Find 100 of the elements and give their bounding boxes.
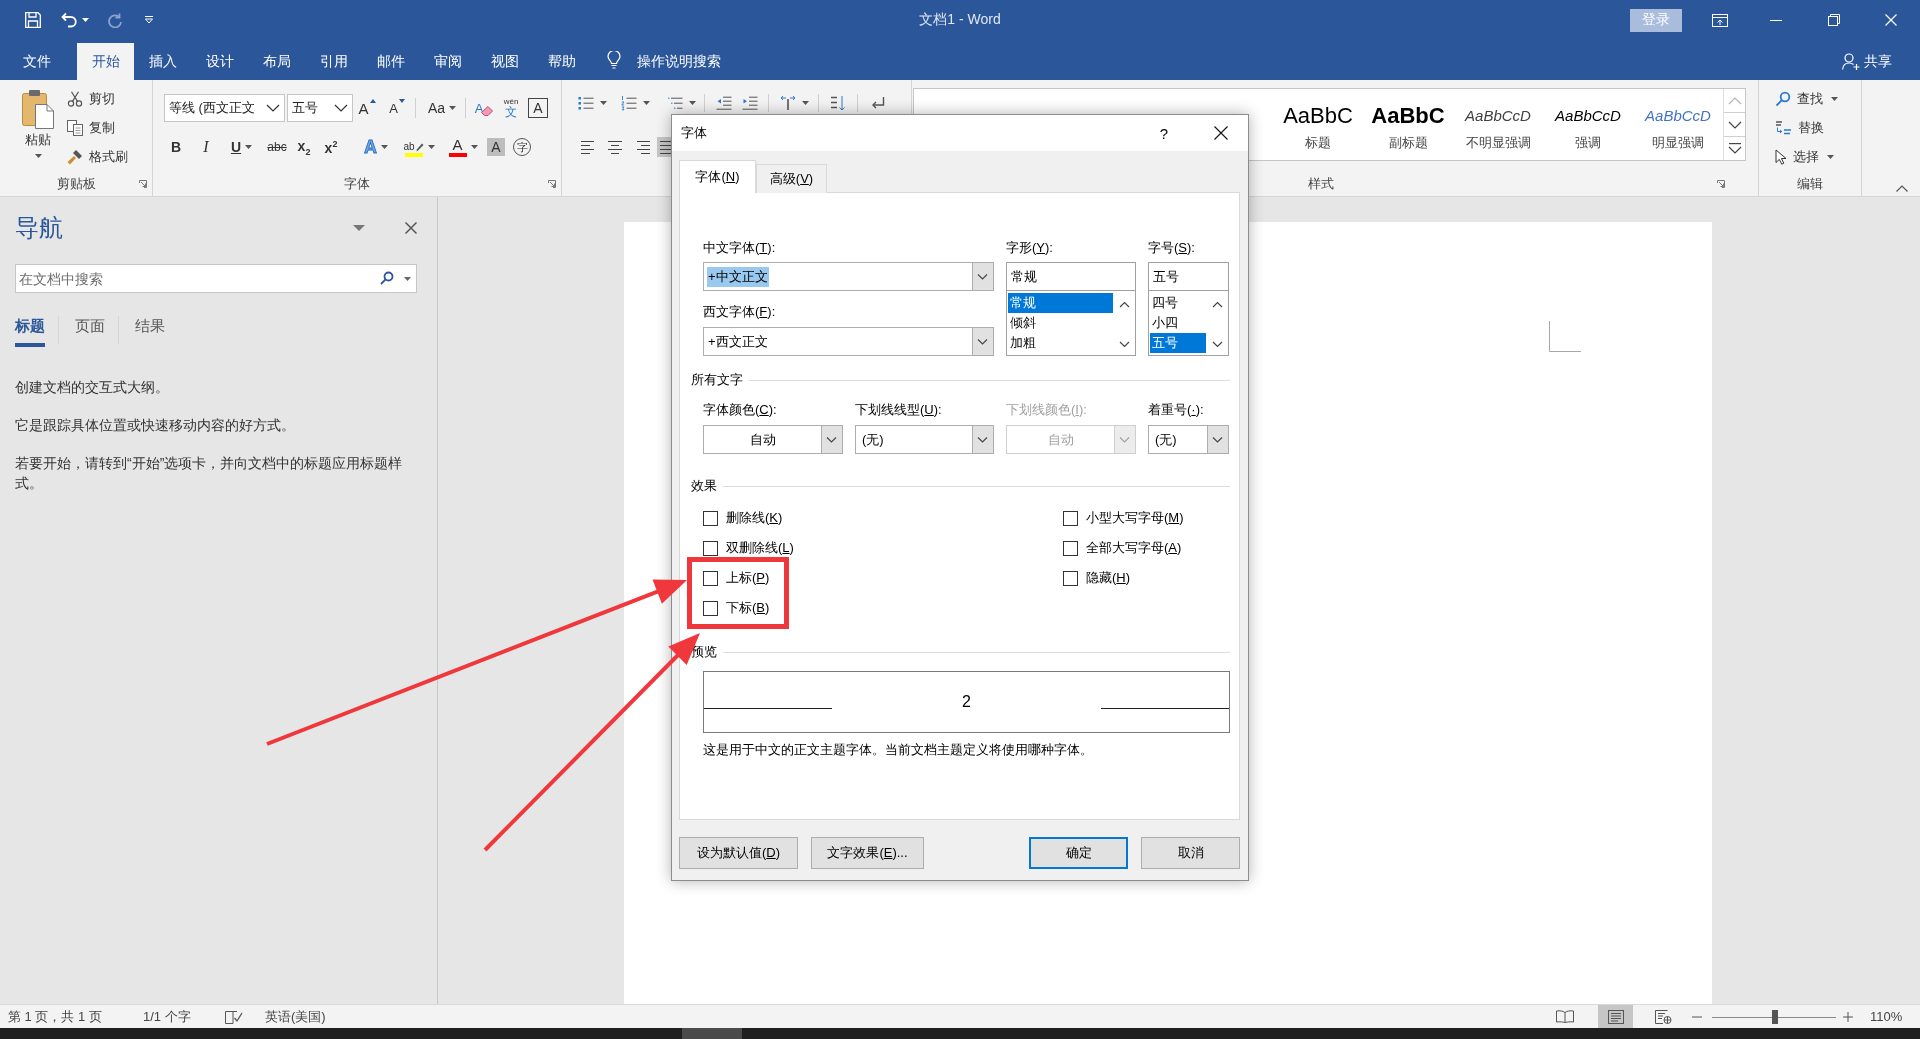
cut-button[interactable]: 剪切 xyxy=(67,84,128,113)
checkbox[interactable] xyxy=(703,600,718,616)
clear-formatting-button[interactable]: A xyxy=(472,97,496,119)
ribbon-tab[interactable]: 插入 xyxy=(134,43,191,80)
dialog-button[interactable]: 确定 xyxy=(1029,837,1128,869)
italic-button[interactable]: I xyxy=(196,136,216,158)
checkbox[interactable] xyxy=(1063,540,1078,556)
ribbon-tab[interactable]: 布局 xyxy=(248,43,305,80)
dialog-button[interactable]: 设为默认值(D) xyxy=(679,837,798,869)
ribbon-tab[interactable]: 设计 xyxy=(191,43,248,80)
caret-icon[interactable] xyxy=(34,154,42,158)
zoom-level[interactable]: 110% xyxy=(1870,1009,1908,1024)
grow-font-button[interactable]: A xyxy=(356,97,378,119)
customize-menu-icon[interactable] xyxy=(144,16,154,24)
checkbox-label[interactable]: 隐藏(H) xyxy=(1086,569,1131,587)
dialog-button[interactable]: 取消 xyxy=(1141,837,1240,869)
list-option[interactable]: 常规 xyxy=(1008,293,1113,313)
page-count[interactable]: 第 1 页，共 1 页 xyxy=(8,1007,143,1026)
list-option[interactable]: 五号 xyxy=(1150,333,1206,353)
color-picker-dropdown[interactable]: 自动 xyxy=(703,425,843,454)
dialog-button[interactable]: 文字效果(E)... xyxy=(811,837,924,869)
copy-button[interactable]: 复制 xyxy=(67,113,128,142)
format-painter-button[interactable]: 格式刷 xyxy=(67,142,128,171)
caret-icon[interactable] xyxy=(689,101,696,105)
language-indicator[interactable]: 英语(美国) xyxy=(265,1007,326,1026)
return-arrow-icon[interactable] xyxy=(870,95,886,111)
zoom-in-icon[interactable] xyxy=(1843,1011,1853,1022)
shrink-font-button[interactable]: A xyxy=(386,97,408,119)
scroll-down-icon[interactable] xyxy=(1119,341,1130,348)
checkbox-label[interactable]: 删除线(K) xyxy=(726,509,783,527)
search-field[interactable]: 在文档中搜索 xyxy=(15,264,417,293)
checkbox-label[interactable]: 下标(B) xyxy=(726,599,770,617)
style-item[interactable]: AaBbC 副标题 xyxy=(1363,89,1453,160)
multilevel-list-icon[interactable] xyxy=(667,95,683,111)
expand-gallery-icon[interactable] xyxy=(1727,143,1742,154)
subscript-button[interactable]: x$_{2}$ xyxy=(294,136,314,158)
save-icon[interactable] xyxy=(25,12,41,28)
scroll-up-icon[interactable] xyxy=(1212,301,1223,308)
character-border-button[interactable]: A xyxy=(528,98,548,118)
ribbon-tab[interactable]: 视图 xyxy=(476,43,533,80)
resize-arrows-icon[interactable] xyxy=(780,95,796,111)
dialog-tab[interactable]: 高级(V) xyxy=(756,164,827,193)
text-field[interactable]: 五号 xyxy=(1148,262,1229,291)
list-option[interactable]: 倾斜 xyxy=(1008,313,1113,333)
caret-icon[interactable] xyxy=(600,101,607,105)
word-count[interactable]: 1/1 个字 xyxy=(143,1007,225,1026)
checkbox-label[interactable]: 上标(P) xyxy=(726,569,770,587)
dialog-launcher-icon[interactable] xyxy=(548,180,556,188)
checkbox-label[interactable]: 全部大写字母(A) xyxy=(1086,539,1182,557)
style-item[interactable]: AaBbCcD 不明显强调 xyxy=(1453,89,1543,160)
slider-thumb[interactable] xyxy=(1772,1009,1779,1024)
increase-indent-icon[interactable] xyxy=(742,95,758,111)
style-item[interactable]: AaBbCcD 明显强调 xyxy=(1633,89,1723,160)
ribbon-tab[interactable]: 文件 xyxy=(8,43,65,80)
undo-icon[interactable] xyxy=(61,12,77,28)
superscript-button[interactable]: x$^{2}$ xyxy=(321,136,341,158)
caret-icon[interactable] xyxy=(802,101,809,105)
ribbon-tab[interactable]: 开始 xyxy=(77,43,134,80)
caret-icon[interactable] xyxy=(643,101,650,105)
scroll-down-icon[interactable] xyxy=(1727,120,1742,129)
strikethrough-button[interactable]: abc xyxy=(266,136,288,158)
dropdown-field[interactable]: +西文正文 xyxy=(703,327,994,356)
caret-icon[interactable] xyxy=(404,277,411,281)
ribbon-tab[interactable]: 引用 xyxy=(305,43,362,80)
pane-tab[interactable]: 结果 xyxy=(135,312,165,347)
underline-button[interactable]: U xyxy=(223,136,260,158)
dropdown-field[interactable]: +中文正文 xyxy=(703,262,994,291)
highlight-button[interactable]: ab xyxy=(400,136,438,158)
bullet-list-icon[interactable] xyxy=(578,95,594,111)
change-case-button[interactable]: Aa xyxy=(423,97,461,119)
select-button[interactable]: 选择 xyxy=(1775,142,1861,171)
share-button[interactable]: 共享 xyxy=(1842,43,1892,80)
search-icon[interactable] xyxy=(380,271,394,285)
checkbox[interactable] xyxy=(703,570,718,586)
pane-tab[interactable]: 页面 xyxy=(75,312,105,347)
zoom-slider[interactable] xyxy=(1712,1009,1836,1024)
find-button[interactable]: 查找 xyxy=(1775,84,1861,113)
checkbox[interactable] xyxy=(703,510,718,526)
dropdown-field[interactable]: (无) xyxy=(1148,425,1229,454)
caret-icon[interactable] xyxy=(82,18,89,22)
checkbox-label[interactable]: 双删除线(L) xyxy=(726,539,794,557)
bold-button[interactable]: B xyxy=(166,136,186,158)
help-button[interactable]: ? xyxy=(1154,124,1174,142)
dialog-launcher-icon[interactable] xyxy=(1717,180,1725,188)
proofing-icon[interactable] xyxy=(225,1009,243,1024)
checkbox[interactable] xyxy=(1063,510,1078,526)
dropdown-field[interactable]: (无) xyxy=(855,425,994,454)
close-icon[interactable] xyxy=(1214,126,1228,140)
pane-tab[interactable]: 标题 xyxy=(15,312,45,347)
checkbox[interactable] xyxy=(703,540,718,556)
chevron-down-icon[interactable] xyxy=(334,104,348,112)
ribbon-tab[interactable]: 帮助 xyxy=(533,43,590,80)
list-option[interactable]: 四号 xyxy=(1150,293,1206,313)
paste-button[interactable]: 粘贴 xyxy=(14,84,62,174)
view-button[interactable] xyxy=(1598,1005,1633,1028)
scroll-up-icon[interactable] xyxy=(1119,301,1130,308)
font-color-button[interactable]: A xyxy=(444,136,482,158)
ribbon-tab[interactable]: 邮件 xyxy=(362,43,419,80)
checkbox[interactable] xyxy=(1063,570,1078,586)
style-item[interactable]: AaBbC 标题 xyxy=(1273,89,1363,160)
